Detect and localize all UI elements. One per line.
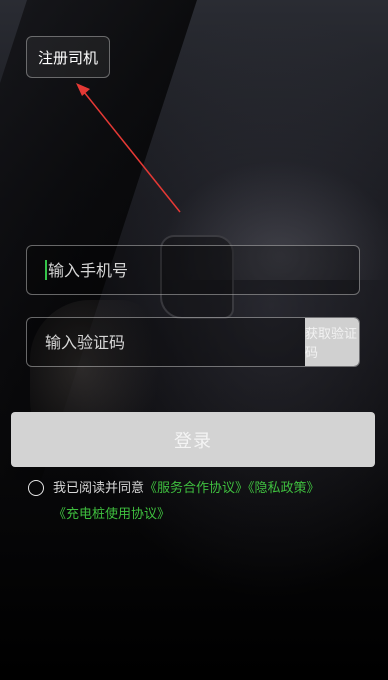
code-field[interactable]	[27, 318, 305, 366]
agreement-text-line2: 《充电桩使用协议》	[53, 506, 170, 524]
service-agreement-link[interactable]: 《服务合作协议》	[144, 481, 248, 496]
get-code-button[interactable]: 获取验证码	[305, 318, 359, 366]
code-input[interactable]	[45, 332, 305, 352]
agreement-radio[interactable]	[28, 480, 44, 496]
phone-input[interactable]	[48, 260, 308, 280]
agreement-prefix: 我已阅读并同意	[53, 481, 145, 496]
privacy-policy-link[interactable]: 《隐私政策》	[248, 481, 320, 496]
agreement-text: 我已阅读并同意《服务合作协议》《隐私政策》	[53, 480, 320, 498]
charging-agreement-link[interactable]: 《充电桩使用协议》	[53, 507, 170, 522]
register-driver-button[interactable]: 注册司机	[26, 36, 110, 78]
verification-code-row: 获取验证码	[26, 317, 360, 367]
login-button[interactable]: 登录	[11, 412, 375, 467]
text-cursor	[45, 260, 47, 280]
phone-field[interactable]	[26, 245, 360, 295]
